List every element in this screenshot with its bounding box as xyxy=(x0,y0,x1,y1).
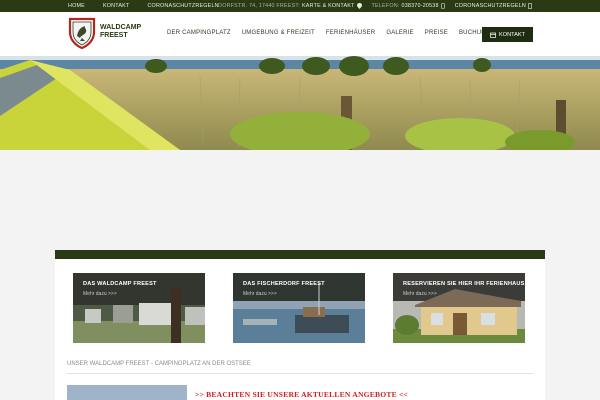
section-thumbnail xyxy=(67,385,187,400)
document-icon xyxy=(528,3,532,9)
card-fischerdorf-title: DAS FISCHERDORF FREEST xyxy=(243,281,325,287)
card-waldcamp-title: DAS WALDCAMP FREEST xyxy=(83,281,157,287)
kontakt-button-label: KONTAKT xyxy=(498,31,525,38)
top-link-home[interactable]: HOME xyxy=(68,3,85,9)
corona-group: CORONASCHUTZREGELN xyxy=(455,3,532,9)
main-nav: DER CAMPINGPLATZ UMGEBUNG & FREIZEIT FER… xyxy=(167,30,499,36)
top-contact-info: DORFSTR. 74, 17440 FREEST: KARTE & KONTA… xyxy=(218,0,532,12)
card-fischerdorf-link[interactable]: Mehr dazu >>> xyxy=(243,291,277,297)
card-waldcamp[interactable]: DAS WALDCAMP FREEST Mehr dazu >>> xyxy=(73,273,205,343)
top-link-corona[interactable]: CORONASCHUTZREGELN xyxy=(147,3,218,9)
top-link-kontakt[interactable]: KONTAKT xyxy=(103,3,129,9)
nav-ferienhaeuser[interactable]: FERIENHÄUSER xyxy=(326,30,375,36)
card-ferienhaus-link[interactable]: Mehr dazu >>> xyxy=(403,291,437,297)
hero-image xyxy=(0,56,600,150)
section-title: UNSER WALDCAMP FREEST - CAMPINGPLATZ AN … xyxy=(67,361,251,367)
logo-shield-icon[interactable] xyxy=(68,16,96,50)
corona-link[interactable]: CORONASCHUTZREGELN xyxy=(455,3,526,9)
phone-label: TELEFON: xyxy=(371,3,400,9)
brand-line-2: FREEST xyxy=(100,32,128,39)
content-top-strip xyxy=(55,250,545,259)
nav-preise[interactable]: PREISE xyxy=(425,30,448,36)
address-group: DORFSTR. 74, 17440 FREEST: KARTE & KONTA… xyxy=(218,3,362,9)
nav-campingplatz[interactable]: DER CAMPINGPLATZ xyxy=(167,30,231,36)
nav-umgebung[interactable]: UMGEBUNG & FREIZEIT xyxy=(242,30,315,36)
section-divider xyxy=(67,373,533,374)
card-waldcamp-link[interactable]: Mehr dazu >>> xyxy=(83,291,117,297)
hero-scene xyxy=(0,56,600,150)
brand-name[interactable]: WALDCAMP FREEST xyxy=(100,24,141,40)
nav-galerie[interactable]: GALERIE xyxy=(386,30,413,36)
map-pin-icon xyxy=(356,3,362,9)
phone-number[interactable]: 038370-20538 xyxy=(402,3,439,9)
top-bar: HOME KONTAKT CORONASCHUTZREGELN DORFSTR.… xyxy=(0,0,600,12)
brand-line-1: WALDCAMP xyxy=(100,24,142,31)
calendar-icon xyxy=(490,32,496,38)
top-links: HOME KONTAKT CORONASCHUTZREGELN xyxy=(68,0,219,12)
map-link[interactable]: KARTE & KONTAKT xyxy=(302,3,355,9)
card-fischerdorf[interactable]: DAS FISCHERDORF FREEST Mehr dazu >>> xyxy=(233,273,365,343)
content-panel: DAS WALDCAMP FREEST Mehr dazu >>> DAS FI… xyxy=(55,259,545,400)
card-ferienhaus[interactable]: RESERVIEREN SIE HIER IHR FERIENHAUS Mehr… xyxy=(393,273,525,343)
phone-icon xyxy=(440,3,445,9)
offers-link[interactable]: >> BEACHTEN SIE UNSERE AKTUELLEN ANGEBOT… xyxy=(195,390,408,399)
card-ferienhaus-title: RESERVIEREN SIE HIER IHR FERIENHAUS xyxy=(403,281,525,287)
phone-group: TELEFON: 038370-20538 xyxy=(372,3,445,9)
kontakt-button[interactable]: KONTAKT xyxy=(482,27,533,42)
site-header: WALDCAMP FREEST DER CAMPINGPLATZ UMGEBUN… xyxy=(0,12,600,56)
address-text: DORFSTR. 74, 17440 FREEST: xyxy=(218,3,301,9)
